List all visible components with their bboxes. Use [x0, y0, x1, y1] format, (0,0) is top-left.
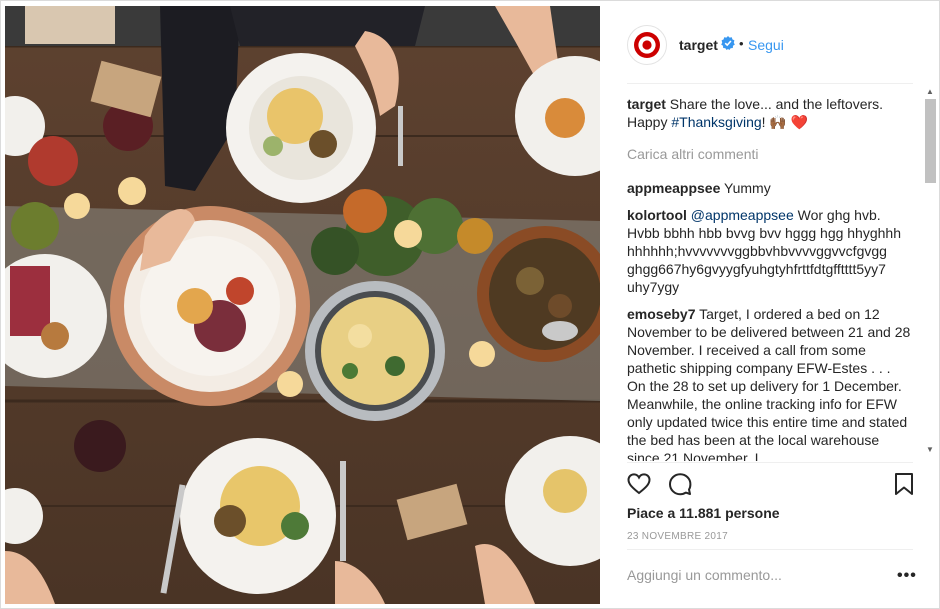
header-separator: • [739, 36, 744, 51]
comment-item: kolortool @appmeappsee Wor ghg hvb. Hvbb… [627, 206, 911, 296]
comment-item: appmeappsee Yummy [627, 179, 911, 197]
post-side-panel: target • Segui target Share the love... … [601, 1, 939, 608]
heart-outline-icon[interactable] [626, 471, 652, 497]
avatar[interactable] [627, 25, 667, 65]
likes-count[interactable]: Piace a 11.881 persone [627, 505, 780, 521]
load-more-comments-button[interactable]: Carica altri commenti [627, 145, 911, 163]
post-dialog: target • Segui target Share the love... … [0, 0, 940, 609]
comments-list[interactable]: target Share the love... and the leftove… [627, 95, 911, 461]
post-photo[interactable] [5, 6, 600, 604]
target-logo-icon [634, 32, 660, 58]
scroll-up-arrow-icon[interactable]: ▲ [926, 87, 934, 96]
caption-username[interactable]: target [627, 96, 666, 112]
add-comment-input[interactable] [627, 567, 867, 583]
comment-text: Yummy [724, 180, 771, 196]
scroll-down-arrow-icon[interactable]: ▼ [926, 445, 934, 454]
thanksgiving-table-image [5, 6, 600, 604]
scrollbar-thumb[interactable] [925, 99, 936, 183]
comment-text: Target, I ordered a bed on 12 November t… [627, 306, 911, 461]
comment-username[interactable]: kolortool [627, 207, 687, 223]
bookmark-icon[interactable] [891, 471, 917, 497]
actions-divider [627, 462, 913, 463]
more-options-icon[interactable]: ••• [897, 567, 917, 585]
hashtag-link[interactable]: #Thanksgiving [671, 114, 761, 130]
add-comment-divider [627, 549, 913, 550]
header-divider [627, 83, 913, 84]
comment-username[interactable]: appmeappsee [627, 180, 720, 196]
header-username[interactable]: target [679, 37, 718, 53]
verified-badge-icon [721, 36, 735, 50]
comment-username[interactable]: emoseby7 [627, 306, 695, 322]
caption-trail: ! 🙌🏾 ❤️ [761, 114, 809, 130]
post-header: target • Segui [601, 1, 939, 83]
post-date: 23 NOVEMBRE 2017 [627, 531, 728, 542]
comments-scrollbar[interactable]: ▲ ▼ [923, 85, 937, 459]
comment-mention[interactable]: @appmeappsee [691, 207, 794, 223]
caption: target Share the love... and the leftove… [627, 95, 911, 131]
speech-bubble-icon[interactable] [667, 471, 693, 497]
comment-item: emoseby7 Target, I ordered a bed on 12 N… [627, 305, 911, 461]
follow-button[interactable]: Segui [748, 37, 784, 53]
